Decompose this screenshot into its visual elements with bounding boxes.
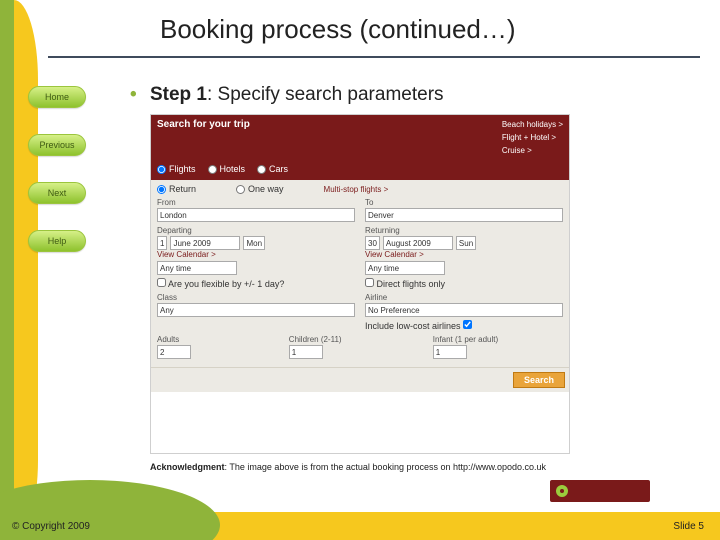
dep-dow: Mon	[243, 236, 265, 250]
nav-previous[interactable]: Previous	[28, 134, 86, 156]
link-flight-hotel[interactable]: Flight + Hotel >	[502, 132, 563, 144]
from-input[interactable]: London	[157, 208, 355, 222]
infants-select[interactable]: 1	[433, 345, 467, 359]
header-links: Beach holidays > Flight + Hotel > Cruise…	[502, 119, 563, 158]
slide-number: Slide 5	[673, 521, 704, 532]
to-label: To	[365, 198, 563, 207]
step-label: Step 1	[150, 84, 207, 105]
booking-form-image: Search for your trip Beach holidays > Fl…	[150, 114, 570, 454]
children-select[interactable]: 1	[289, 345, 323, 359]
product-radios: Flights Hotels Cars	[151, 162, 569, 180]
class-select[interactable]: Any	[157, 303, 355, 317]
dep-time[interactable]: Any time	[157, 261, 237, 275]
ret-month[interactable]: August 2009	[383, 236, 453, 250]
returning-label: Returning	[365, 226, 563, 235]
to-input[interactable]: Denver	[365, 208, 563, 222]
direct-checkbox[interactable]: Direct flights only	[365, 279, 445, 289]
dep-month[interactable]: June 2009	[170, 236, 240, 250]
view-calendar-2[interactable]: View Calendar >	[365, 250, 563, 259]
bullet-dot: •	[130, 84, 137, 105]
departing-label: Departing	[157, 226, 355, 235]
ret-dow: Sun	[456, 236, 476, 250]
step-bullet: • Step 1: Specify search parameters	[130, 84, 444, 106]
ack-text: : The image above is from the actual boo…	[225, 462, 547, 472]
airline-select[interactable]: No Preference	[365, 303, 563, 317]
title-rule	[48, 56, 700, 58]
acknowledgment: Acknowledgment: The image above is from …	[150, 462, 546, 472]
radio-oneway[interactable]: One way	[236, 184, 284, 194]
airline-label: Airline	[365, 293, 563, 302]
children-label: Children (2-11)	[289, 335, 423, 344]
infants-label: Infant (1 per adult)	[433, 335, 567, 344]
view-calendar[interactable]: View Calendar >	[157, 250, 355, 259]
radio-cars[interactable]: Cars	[257, 164, 288, 174]
link-cruise[interactable]: Cruise >	[502, 145, 563, 157]
from-label: From	[157, 198, 355, 207]
copyright: © Copyright 2009	[12, 521, 90, 532]
ret-time[interactable]: Any time	[365, 261, 445, 275]
radio-hotels[interactable]: Hotels	[208, 164, 246, 174]
nav-home[interactable]: Home	[28, 86, 86, 108]
footer-decor	[0, 506, 720, 540]
search-button[interactable]: Search	[513, 372, 565, 388]
step-sep: :	[207, 84, 218, 105]
page-title: Booking process (continued…)	[160, 14, 700, 45]
link-multistop[interactable]: Multi-stop flights >	[324, 185, 389, 194]
nav-pills: Home Previous Next Help	[28, 86, 100, 278]
link-beach[interactable]: Beach holidays >	[502, 119, 563, 131]
adults-label: Adults	[157, 335, 279, 344]
form-title: Search for your trip	[157, 119, 250, 158]
opodo-o-icon	[556, 485, 568, 497]
radio-return[interactable]: Return	[157, 184, 196, 194]
lowcost-checkbox[interactable]: Include low-cost airlines	[365, 321, 472, 331]
ack-label: Acknowledgment	[150, 462, 225, 472]
nav-next[interactable]: Next	[28, 182, 86, 204]
nav-help[interactable]: Help	[28, 230, 86, 252]
dep-day[interactable]: 1	[157, 236, 167, 250]
adults-select[interactable]: 2	[157, 345, 191, 359]
opodo-logo	[550, 480, 650, 502]
flex-checkbox[interactable]: Are you flexible by +/- 1 day?	[157, 279, 284, 289]
step-text: Specify search parameters	[218, 84, 444, 105]
radio-flights[interactable]: Flights	[157, 164, 196, 174]
ret-day[interactable]: 30	[365, 236, 380, 250]
class-label: Class	[157, 293, 355, 302]
